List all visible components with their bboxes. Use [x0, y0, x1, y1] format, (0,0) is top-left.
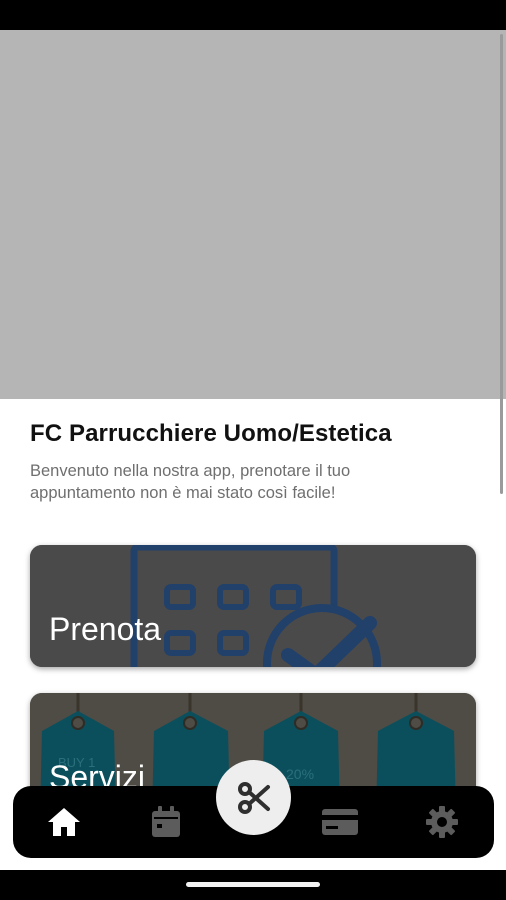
gear-icon — [426, 806, 458, 838]
page-title: FC Parrucchiere Uomo/Estetica — [30, 420, 392, 447]
services-fab[interactable] — [216, 760, 291, 835]
status-bar — [0, 0, 506, 30]
welcome-text: Benvenuto nella nostra app, prenotare il… — [30, 462, 351, 502]
calendar-icon — [152, 806, 180, 837]
app-screen: FC Parrucchiere Uomo/Estetica Benvenuto … — [0, 0, 506, 900]
nav-calendar[interactable] — [146, 804, 186, 840]
tag-text-percent: 20% — [286, 766, 314, 782]
home-indicator[interactable] — [186, 882, 320, 887]
book-card[interactable]: Prenota — [30, 545, 476, 667]
nav-settings[interactable] — [422, 804, 462, 840]
home-icon — [48, 808, 80, 836]
nav-payments[interactable] — [320, 804, 360, 840]
credit-card-icon — [322, 809, 358, 835]
calendar-check-icon — [30, 545, 476, 667]
book-card-label: Prenota — [49, 611, 162, 647]
hero-image — [0, 30, 506, 399]
scrollbar[interactable] — [500, 34, 503, 494]
nav-home[interactable] — [44, 804, 84, 840]
scissors-icon — [237, 781, 270, 814]
